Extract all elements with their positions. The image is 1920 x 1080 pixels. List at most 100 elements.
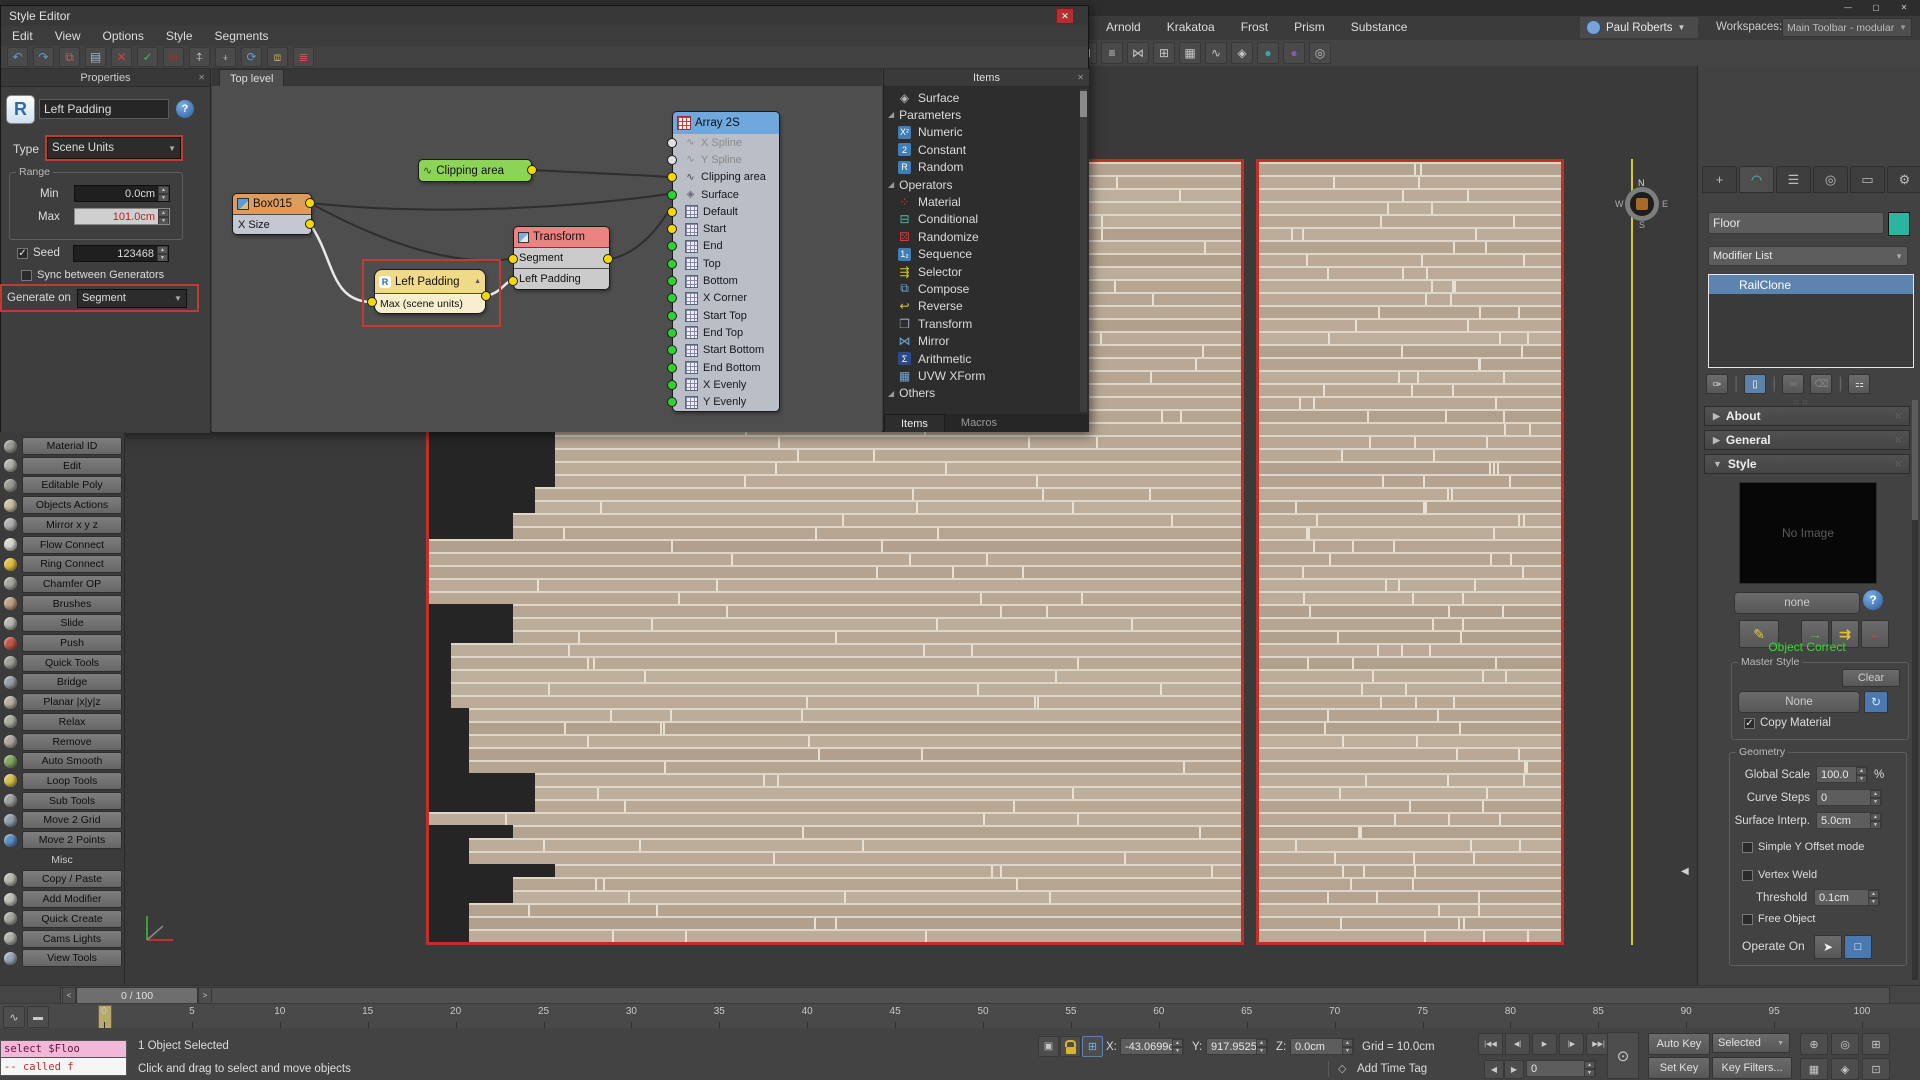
port-start-top[interactable]: [667, 311, 677, 321]
export-style-icon[interactable]: ⧈: [267, 47, 288, 67]
port-start-bottom[interactable]: [667, 345, 677, 355]
sidebar-button-label[interactable]: Remove: [22, 733, 122, 751]
port-surface[interactable]: [667, 190, 677, 200]
viewport-compass[interactable]: N W E S: [1619, 181, 1665, 227]
sidebar-item-bridge[interactable]: Bridge: [0, 672, 124, 692]
array-port-start[interactable]: Start: [673, 220, 779, 237]
sidebar-button-label[interactable]: Slide: [22, 614, 122, 632]
z-coordinate-field[interactable]: 0.0cm▲▼: [1290, 1038, 1354, 1055]
sidebar-button-label[interactable]: Flow Connect: [22, 536, 122, 554]
modifier-stack-item-railclone[interactable]: RailClone: [1709, 275, 1913, 294]
sidebar-button-label[interactable]: Quick Create: [22, 910, 122, 928]
item-material[interactable]: ⁘Material: [898, 193, 1079, 210]
array-port-x-evenly[interactable]: X Evenly: [673, 376, 779, 393]
items-section-parameters[interactable]: ◢Parameters: [886, 106, 1079, 123]
isolate-selection-icon[interactable]: ⊕: [1800, 1033, 1828, 1055]
item-surface[interactable]: ◈Surface: [898, 89, 1079, 106]
configure-modifier-sets-button[interactable]: ⚏: [1848, 374, 1870, 394]
maxscript-listener-line1[interactable]: select $Floo: [0, 1040, 127, 1058]
sidebar-item-loop-tools[interactable]: Loop Tools: [0, 771, 124, 791]
object-name-field[interactable]: Floor: [1708, 212, 1884, 234]
maximize-icon[interactable]: ▢: [1864, 1, 1888, 14]
sidebar-item-objects-actions[interactable]: Objects Actions: [0, 495, 124, 515]
help-icon[interactable]: ?: [1863, 590, 1883, 610]
sidebar-button-label[interactable]: Sub Tools: [22, 792, 122, 810]
array-port-x-spline[interactable]: ∿X Spline: [673, 134, 779, 151]
redo-icon[interactable]: ↷: [33, 47, 54, 67]
pin-stack-button[interactable]: ✑: [1706, 374, 1728, 394]
next-key-button[interactable]: |▶: [1559, 1033, 1584, 1055]
sidebar-item-auto-smooth[interactable]: Auto Smooth: [0, 751, 124, 771]
array-port-start-bottom[interactable]: Start Bottom: [673, 342, 779, 359]
sidebar-item-remove[interactable]: Remove: [0, 732, 124, 752]
item-compose[interactable]: ⧉Compose: [898, 280, 1079, 297]
sidebar-item-flow-connect[interactable]: Flow Connect: [0, 535, 124, 555]
box015-output-port[interactable]: [305, 198, 315, 208]
sidebar-item-slide[interactable]: Slide: [0, 613, 124, 633]
tab-utilities[interactable]: ⚙: [1887, 166, 1920, 193]
sidebar-item-add-modifier[interactable]: Add Modifier: [0, 889, 124, 909]
item-conditional[interactable]: ⊟Conditional: [898, 211, 1079, 228]
user-chip[interactable]: Paul Roberts ▼: [1580, 17, 1698, 38]
sidebar-button-label[interactable]: Material ID: [22, 437, 122, 455]
simple-y-offset-checkbox[interactable]: [1742, 842, 1753, 853]
se-menu-segments[interactable]: Segments: [204, 26, 280, 46]
frame-back-button[interactable]: ◀: [1484, 1060, 1504, 1079]
sidebar-button-label[interactable]: View Tools: [22, 949, 122, 967]
sidebar-button-label[interactable]: Objects Actions: [22, 496, 122, 514]
sidebar-item-relax[interactable]: Relax: [0, 712, 124, 732]
vertex-weld-checkbox[interactable]: [1742, 870, 1753, 881]
item-reverse[interactable]: ↩Reverse: [898, 298, 1079, 315]
sidebar-item-misc[interactable]: Misc: [0, 850, 124, 870]
panel-scrollbar[interactable]: [1912, 400, 1918, 980]
port-y-evenly[interactable]: [667, 397, 677, 407]
clipping-output-port[interactable]: [527, 165, 537, 175]
show-end-result-button[interactable]: ▯: [1744, 374, 1766, 394]
seed-field[interactable]: 123468▲▼: [73, 245, 169, 262]
sidebar-button-label[interactable]: Ring Connect: [22, 555, 122, 573]
y-coordinate-field[interactable]: 917.9525cm▲▼: [1206, 1038, 1268, 1055]
se-menu-options[interactable]: Options: [91, 26, 154, 46]
floor-object-right[interactable]: [1256, 159, 1564, 945]
material-editor-icon[interactable]: ●: [1257, 42, 1279, 64]
port-x-corner[interactable]: [667, 293, 677, 303]
se-menu-style[interactable]: Style: [155, 26, 204, 46]
help-icon[interactable]: ?: [176, 100, 194, 118]
item-constant[interactable]: 2Constant: [898, 141, 1079, 158]
item-selector[interactable]: ⇶Selector: [898, 263, 1079, 280]
sidebar-button-label[interactable]: Relax: [22, 713, 122, 731]
sidebar-button-label[interactable]: Auto Smooth: [22, 752, 122, 770]
next-frame-button[interactable]: >: [198, 987, 212, 1004]
item-randomize[interactable]: ⚄Randomize: [898, 228, 1079, 245]
minimize-icon[interactable]: —: [1836, 1, 1860, 14]
modifier-list-dropdown[interactable]: Modifier List ▼: [1708, 246, 1908, 266]
free-object-checkbox[interactable]: [1742, 914, 1753, 925]
sidebar-item-cams-lights[interactable]: Cams Lights: [0, 929, 124, 949]
tab-create[interactable]: +: [1702, 166, 1737, 193]
collapse-triangle-icon[interactable]: ▲: [474, 278, 481, 285]
time-slider-track[interactable]: [60, 987, 1890, 1004]
paste-icon[interactable]: ▤: [85, 47, 106, 67]
port-x-evenly[interactable]: [667, 380, 677, 390]
selection-set-dropdown[interactable]: Selected▼: [1712, 1033, 1790, 1053]
node-canvas[interactable]: Box015 X Size ∿ Clipping area Transform: [212, 86, 882, 432]
rollout-about[interactable]: ▶About⁙: [1704, 406, 1910, 426]
tab-top-level[interactable]: Top level: [219, 69, 284, 87]
copy-material-checkbox[interactable]: ✓: [1744, 718, 1755, 729]
min-field[interactable]: 0.0cm▲▼: [74, 185, 170, 202]
play-button[interactable]: ▶: [1532, 1033, 1557, 1055]
tab-macros[interactable]: Macros: [945, 414, 1013, 432]
tab-items[interactable]: Items: [884, 414, 945, 432]
tab-hierarchy[interactable]: ☰: [1776, 166, 1811, 193]
maxscript-listener-line2[interactable]: -- called f: [0, 1058, 127, 1076]
align-icon[interactable]: ⊞: [1153, 42, 1175, 64]
array-port-surface[interactable]: ◈Surface: [673, 186, 779, 203]
sidebar-button-label[interactable]: Add Modifier: [22, 890, 122, 908]
item-mirror[interactable]: ⋈Mirror: [898, 333, 1079, 350]
port-default[interactable]: [667, 207, 677, 217]
remove-modifier-button[interactable]: ⌫: [1810, 374, 1832, 394]
items-scrollbar[interactable]: [1080, 89, 1087, 412]
render-frame-icon[interactable]: ◎: [1309, 42, 1331, 64]
xsize-output-port[interactable]: [305, 219, 315, 229]
menu-krakatoa[interactable]: Krakatoa: [1154, 17, 1228, 37]
